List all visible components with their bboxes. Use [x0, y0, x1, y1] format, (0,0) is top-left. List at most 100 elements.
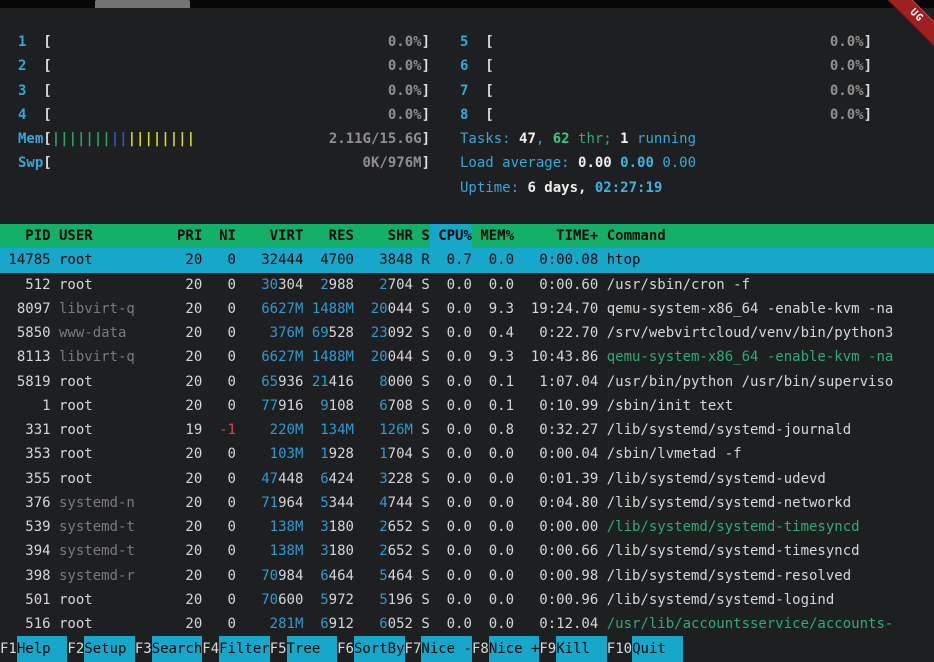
cell-pid: 501: [0, 588, 51, 612]
column-header-pri[interactable]: PRI: [177, 224, 202, 248]
cell-virt: 281M: [261, 612, 303, 636]
cell-pri: 20: [177, 564, 202, 588]
cell-cpu-percent: 0.0: [438, 297, 472, 321]
debug-ribbon-band: UG: [876, 0, 934, 56]
process-row[interactable]: 353 root 20 0 103M 1928 1704 S 0.0 0.0 0…: [0, 442, 934, 466]
column-header-time[interactable]: TIME+: [522, 224, 598, 248]
meter-close-bracket: ]: [864, 103, 872, 127]
fkey-item[interactable]: F2 Setup: [67, 636, 134, 662]
column-header-state[interactable]: S: [421, 224, 429, 248]
cell-user: systemd-t: [59, 515, 177, 539]
process-row[interactable]: 355 root 20 0 47448 6424 3228 S 0.0 0.0 …: [0, 467, 934, 491]
cell-ni: 0: [211, 321, 236, 345]
meter-open-bracket: [: [485, 79, 493, 103]
shr-magnitude: 5: [379, 568, 387, 584]
process-row[interactable]: 512 root 20 0 30304 2988 2704 S 0.0 0.0 …: [0, 273, 934, 297]
cell-shr: 23092: [371, 321, 413, 345]
cpu-meter-value: 0.0%: [388, 30, 422, 54]
column-header-cpu-sort[interactable]: CPU%: [430, 224, 472, 248]
res-magnitude: 3: [320, 543, 328, 559]
cell-state: S: [421, 515, 429, 539]
virt-magnitude: 71: [261, 495, 278, 511]
shr-magnitude: 20: [371, 301, 388, 317]
cell-command: /usr/lib/accountsservice/accounts-: [607, 612, 934, 636]
column-header-virt[interactable]: VIRT: [261, 224, 303, 248]
cell-state: S: [421, 467, 429, 491]
process-row[interactable]: 516 root 20 0 281M 6912 6052 S 0.0 0.0 0…: [0, 612, 934, 636]
cell-pid: 516: [0, 612, 51, 636]
cell-time: 0:01.39: [522, 467, 598, 491]
virt-magnitude: 376M: [270, 325, 304, 341]
tasks-segment: ,: [536, 131, 553, 147]
cpu-meter-value: 0.0%: [830, 54, 864, 78]
cell-cpu-percent: 0.0: [438, 370, 472, 394]
column-header-pid[interactable]: PID: [0, 224, 51, 248]
cell-mem-percent: 0.4: [480, 321, 514, 345]
cpu-meter: 7 [ 0.0% ]: [460, 79, 872, 103]
column-header-user[interactable]: USER: [59, 224, 177, 248]
column-header-shr[interactable]: SHR: [371, 224, 413, 248]
fkey-number: F9: [539, 636, 556, 662]
fkey-item[interactable]: F7 Nice -: [405, 636, 472, 662]
column-header-command[interactable]: Command: [607, 224, 934, 248]
cell-user: root: [59, 612, 177, 636]
res-rest: 180: [329, 543, 354, 559]
process-row[interactable]: 501 root 20 0 70600 5972 5196 S 0.0 0.0 …: [0, 588, 934, 612]
cell-ni: 0: [211, 515, 236, 539]
cell-user: root: [59, 394, 177, 418]
meter-close-bracket: ]: [422, 151, 430, 175]
cell-ni: 0: [211, 491, 236, 515]
cell-pid: 331: [0, 418, 51, 442]
process-row[interactable]: 8113 libvirt-q 20 0 6627M 1488M 20044 S …: [0, 345, 934, 369]
column-header-res[interactable]: RES: [312, 224, 354, 248]
cpu-meter-label: 2: [18, 54, 43, 78]
process-row[interactable]: 1 root 20 0 77916 9108 6708 S 0.0 0.1 0:…: [0, 394, 934, 418]
cell-pid: 512: [0, 273, 51, 297]
cell-shr: 3228: [371, 467, 413, 491]
cell-res: 6464: [312, 564, 354, 588]
fkey-item[interactable]: F3 Search: [135, 636, 202, 662]
cell-state: S: [421, 588, 429, 612]
cell-command: qemu-system-x86_64 -enable-kvm -na: [607, 345, 934, 369]
column-header-ni[interactable]: NI: [211, 224, 236, 248]
fkey-item[interactable]: F9 Kill: [539, 636, 606, 662]
cell-time: 0:22.70: [522, 321, 598, 345]
process-row[interactable]: 14785 root 20 0 32444 4700 3848 R 0.7 0.…: [0, 248, 934, 272]
cell-cpu-percent: 0.0: [438, 564, 472, 588]
virt-magnitude: 281M: [270, 616, 304, 632]
res-rest: 972: [329, 592, 354, 608]
fkey-item[interactable]: F1 Help: [0, 636, 67, 662]
process-row[interactable]: 331 root 19 -1 220M 134M 126M S 0.0 0.8 …: [0, 418, 934, 442]
process-row[interactable]: 539 systemd-t 20 0 138M 3180 2652 S 0.0 …: [0, 515, 934, 539]
fkey-item[interactable]: F5 Tree: [270, 636, 337, 662]
column-header-mem[interactable]: MEM%: [480, 224, 514, 248]
process-row[interactable]: 394 systemd-t 20 0 138M 3180 2652 S 0.0 …: [0, 539, 934, 563]
shr-rest: 464: [388, 568, 413, 584]
cell-res: 1488M: [312, 297, 354, 321]
fkey-item[interactable]: F6 SortBy: [337, 636, 404, 662]
fkey-item[interactable]: F4 Filter: [202, 636, 269, 662]
cpu-meter-value: 0.0%: [388, 54, 422, 78]
process-row[interactable]: 5850 www-data 20 0 376M 69528 23092 S 0.…: [0, 321, 934, 345]
cell-cpu-percent: 0.0: [438, 612, 472, 636]
process-table-header: PID USER PRI NI VIRT RES SHR S CPU% MEM%…: [0, 224, 934, 248]
top-bar: [0, 0, 934, 8]
cell-pri: 20: [177, 321, 202, 345]
process-row[interactable]: 8097 libvirt-q 20 0 6627M 1488M 20044 S …: [0, 297, 934, 321]
cell-ni: 0: [211, 297, 236, 321]
memory-meter-label: Mem: [18, 127, 43, 151]
cpu-meter-label: 8: [460, 103, 485, 127]
scrollbar-handle[interactable]: [95, 0, 190, 8]
virt-magnitude: 77: [261, 398, 278, 414]
res-magnitude: 69: [312, 325, 329, 341]
process-row[interactable]: 376 systemd-n 20 0 71964 5344 4744 S 0.0…: [0, 491, 934, 515]
cpu-meter: 6 [ 0.0% ]: [460, 54, 872, 78]
process-row[interactable]: 5819 root 20 0 65936 21416 8000 S 0.0 0.…: [0, 370, 934, 394]
fkey-item[interactable]: F8 Nice +: [472, 636, 539, 662]
fkey-item[interactable]: F10 Quit: [607, 636, 683, 662]
cell-state: S: [421, 273, 429, 297]
cell-pri: 20: [177, 515, 202, 539]
cell-user: root: [59, 588, 177, 612]
process-row[interactable]: 398 systemd-r 20 0 70984 6464 5464 S 0.0…: [0, 564, 934, 588]
virt-magnitude: 138M: [270, 519, 304, 535]
